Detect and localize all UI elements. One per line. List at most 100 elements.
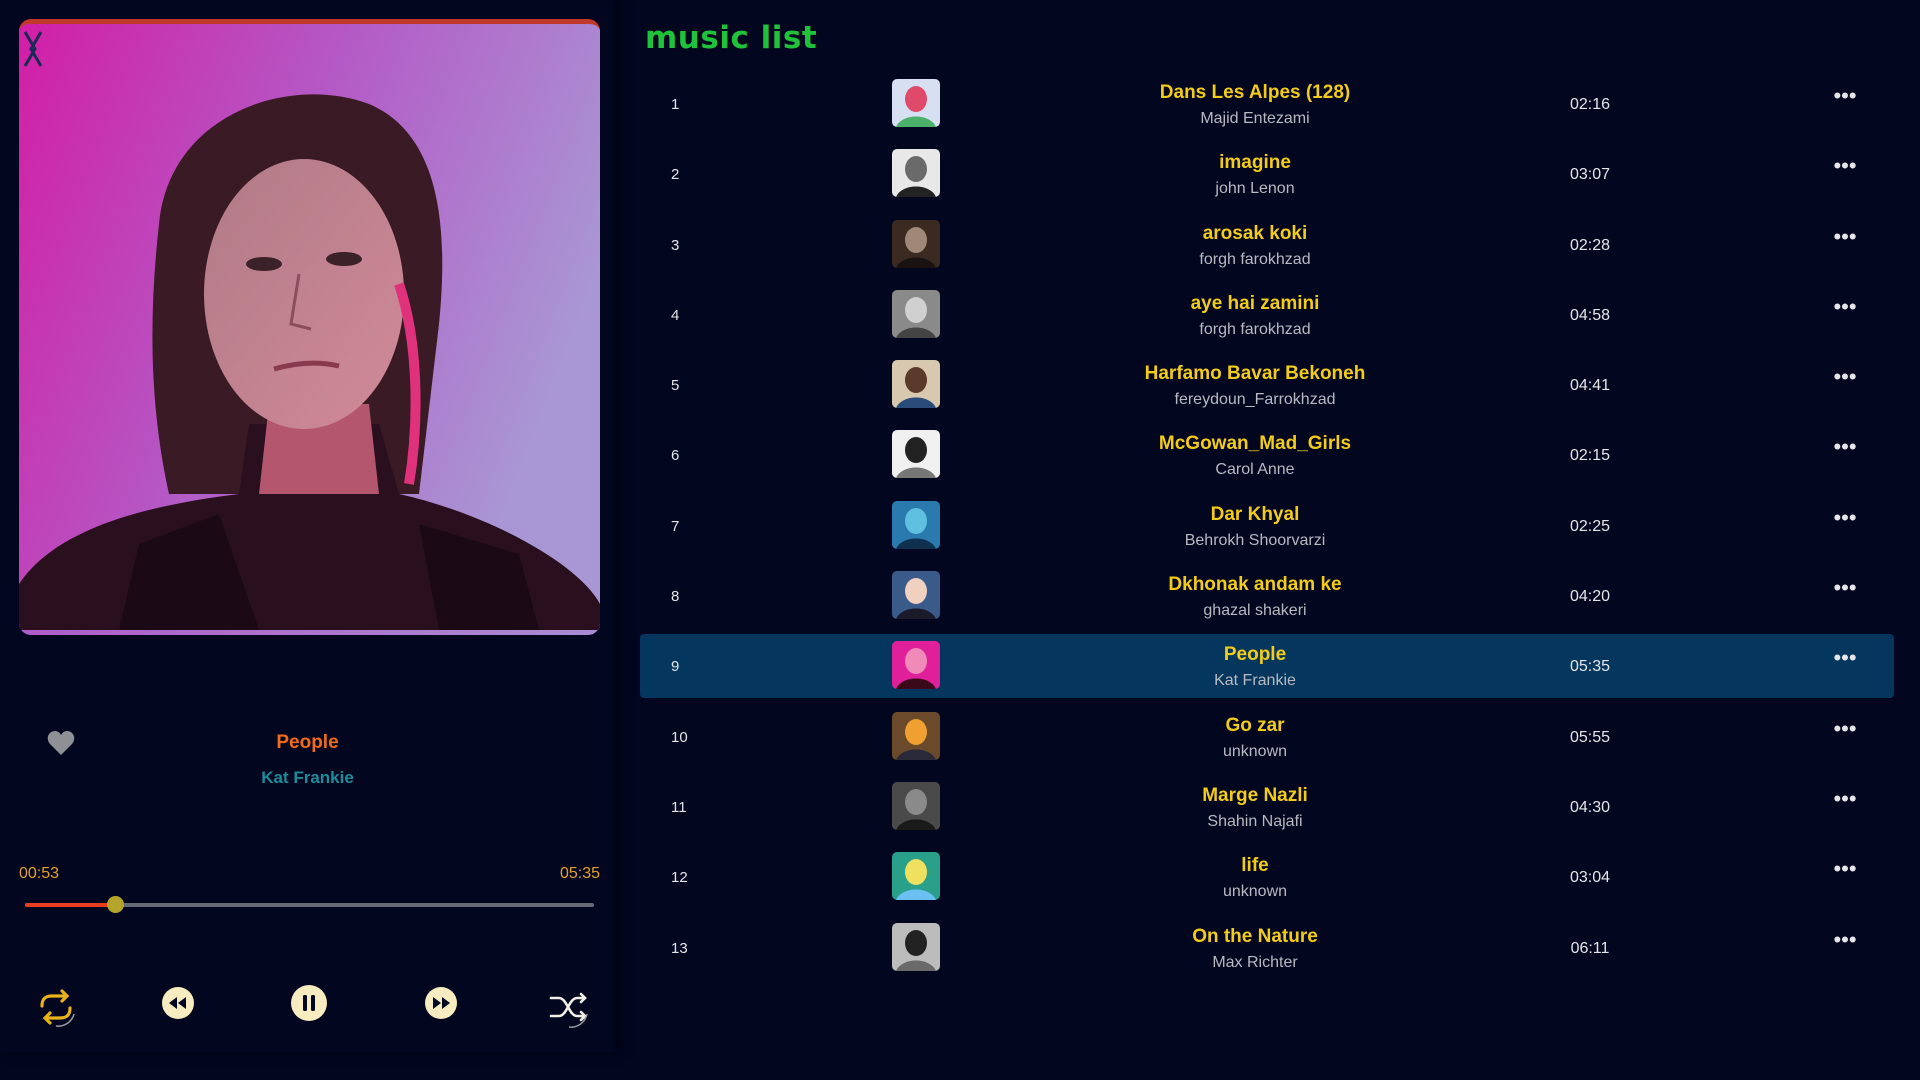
song-artist: Behrokh Shoorvarzi xyxy=(1184,531,1326,549)
song-title: Marge Nazli xyxy=(1202,784,1308,806)
song-row[interactable]: 9 People Kat Frankie 05:35 ••• xyxy=(640,634,1894,699)
song-thumbnail xyxy=(892,641,940,690)
song-title: Go zar xyxy=(1225,714,1285,736)
song-artist: unknown xyxy=(1222,742,1288,760)
album-cover xyxy=(19,19,600,635)
song-thumbnail xyxy=(892,781,940,830)
song-row[interactable]: 3 arosak koki forgh farokhzad 02:28 ••• xyxy=(640,213,1894,277)
song-row[interactable]: 1 Dans Les Alpes (128) Majid Entezami 02:16… xyxy=(640,72,1894,136)
more-horizontal-icon[interactable]: ••• xyxy=(1825,366,1865,391)
song-thumbnail xyxy=(892,571,940,620)
song-row[interactable]: 8 Dkhonak andam ke ghazal shakeri 04:20 ••• xyxy=(640,564,1894,628)
song-artist: Carol Anne xyxy=(1215,461,1295,479)
song-row[interactable]: 6 McGowan_Mad_Girls Carol Anne 02:15 ••• xyxy=(640,423,1894,487)
song-title: arosak koki xyxy=(1202,222,1308,244)
song-title: People xyxy=(1223,644,1287,666)
more-horizontal-icon[interactable]: ••• xyxy=(1825,436,1865,461)
more-horizontal-icon[interactable]: ••• xyxy=(1825,928,1865,954)
song-thumbnail xyxy=(892,500,940,549)
song-number: 3 xyxy=(671,236,680,254)
song-thumbnail xyxy=(892,852,940,901)
song-duration: 04:20 xyxy=(1569,588,1611,606)
more-horizontal-icon[interactable]: ••• xyxy=(1825,295,1865,321)
song-artist: forgh farokhzad xyxy=(1199,320,1311,338)
song-thumbnail xyxy=(892,149,940,198)
song-number: 2 xyxy=(671,166,680,184)
song-title: On the Nature xyxy=(1192,925,1318,947)
song-title: Harfamo Bavar Bekoneh xyxy=(1144,363,1366,385)
song-thumbnail xyxy=(892,219,940,268)
song-number: 7 xyxy=(671,517,680,535)
song-number: 6 xyxy=(671,447,680,465)
song-duration: 03:07 xyxy=(1569,166,1611,184)
progress-fill xyxy=(25,903,115,907)
song-title: aye hai zamini xyxy=(1190,292,1320,314)
song-artist: Majid Entezami xyxy=(1200,110,1310,127)
song-artist: ghazal shakeri xyxy=(1203,602,1307,620)
more-horizontal-icon[interactable]: ••• xyxy=(1825,155,1865,180)
fast-forward-icon[interactable] xyxy=(424,986,458,1020)
song-duration: 05:35 xyxy=(1569,658,1611,676)
more-horizontal-icon[interactable]: ••• xyxy=(1825,225,1865,251)
song-title: life xyxy=(1241,855,1269,877)
pause-icon[interactable] xyxy=(290,984,328,1022)
song-title: Dans Les Alpes (128) xyxy=(1159,82,1351,103)
song-artist: Shahin Najafi xyxy=(1207,812,1303,830)
song-duration: 04:58 xyxy=(1569,306,1611,324)
album-cover-art xyxy=(19,24,600,630)
shuffle-icon[interactable] xyxy=(547,986,591,1030)
more-horizontal-icon[interactable]: ••• xyxy=(1825,506,1865,532)
song-row[interactable]: 2 imagine john Lenon 03:07 ••• xyxy=(640,142,1894,206)
song-title: McGowan_Mad_Girls xyxy=(1158,433,1352,455)
song-title: imagine xyxy=(1219,152,1291,174)
song-thumbnail xyxy=(892,922,940,971)
song-duration: 02:25 xyxy=(1569,517,1611,535)
song-number: 11 xyxy=(671,798,687,816)
rewind-icon[interactable] xyxy=(161,986,195,1020)
song-duration: 05:55 xyxy=(1569,728,1611,746)
more-horizontal-icon[interactable]: ••• xyxy=(1825,787,1865,813)
song-number: 12 xyxy=(671,869,688,887)
song-thumbnail xyxy=(892,360,940,409)
total-duration: 05:35 xyxy=(559,865,600,882)
song-artist: forgh farokhzad xyxy=(1199,250,1311,268)
more-horizontal-icon[interactable]: ••• xyxy=(1825,858,1865,883)
song-row[interactable]: 11 Marge Nazli Shahin Najafi 04:30 ••• xyxy=(640,775,1894,839)
progress-knob[interactable] xyxy=(106,896,124,913)
song-row[interactable]: 10 Go zar unknown 05:55 ••• xyxy=(640,705,1894,769)
music-list-title: music list xyxy=(645,20,818,56)
song-row[interactable]: 7 Dar Khyal Behrokh Shoorvarzi 02:25 ••• xyxy=(640,494,1894,558)
song-artist: fereydoun_Farrokhzad xyxy=(1174,391,1336,409)
song-artist: Max Richter xyxy=(1212,953,1298,971)
more-horizontal-icon[interactable]: ••• xyxy=(1825,647,1865,672)
song-duration: 04:30 xyxy=(1569,798,1611,816)
song-artist: john Lenon xyxy=(1215,180,1295,198)
song-title: Dar Khyal xyxy=(1210,503,1300,525)
song-list: 1 Dans Les Alpes (128) Majid Entezami 02:16… xyxy=(640,72,1894,986)
song-duration: 06:11 xyxy=(1570,939,1610,957)
song-number: 4 xyxy=(671,306,680,324)
song-row[interactable]: 13 On the Nature Max Richter 06:11 ••• xyxy=(640,916,1894,980)
repeat-icon[interactable] xyxy=(34,986,78,1030)
current-time: 00:53 xyxy=(19,865,60,882)
more-horizontal-icon[interactable]: ••• xyxy=(1825,85,1865,110)
more-horizontal-icon[interactable]: ••• xyxy=(1825,577,1865,602)
song-number: 13 xyxy=(671,939,688,957)
chevron-right-icon[interactable] xyxy=(19,24,43,74)
song-thumbnail xyxy=(892,289,940,338)
progress-slider[interactable] xyxy=(25,896,594,913)
song-duration: 02:28 xyxy=(1569,236,1611,254)
song-artist: unknown xyxy=(1222,883,1288,901)
now-playing-artist: Kat Frankie xyxy=(261,768,354,787)
song-duration: 03:04 xyxy=(1569,869,1611,887)
song-row[interactable]: 4 aye hai zamini forgh farokhzad 04:58 ••• xyxy=(640,283,1894,347)
song-row[interactable]: 12 life unknown 03:04 ••• xyxy=(640,845,1894,909)
song-number: 1 xyxy=(671,96,680,113)
more-horizontal-icon[interactable]: ••• xyxy=(1825,717,1865,743)
song-thumbnail xyxy=(892,711,940,760)
song-number: 8 xyxy=(671,588,680,606)
song-row[interactable]: 5 Harfamo Bavar Bekoneh fereydoun_Farrokhz… xyxy=(640,353,1894,417)
song-thumbnail xyxy=(892,79,940,127)
song-title: Dkhonak andam ke xyxy=(1168,574,1342,596)
song-duration: 04:41 xyxy=(1569,377,1611,395)
